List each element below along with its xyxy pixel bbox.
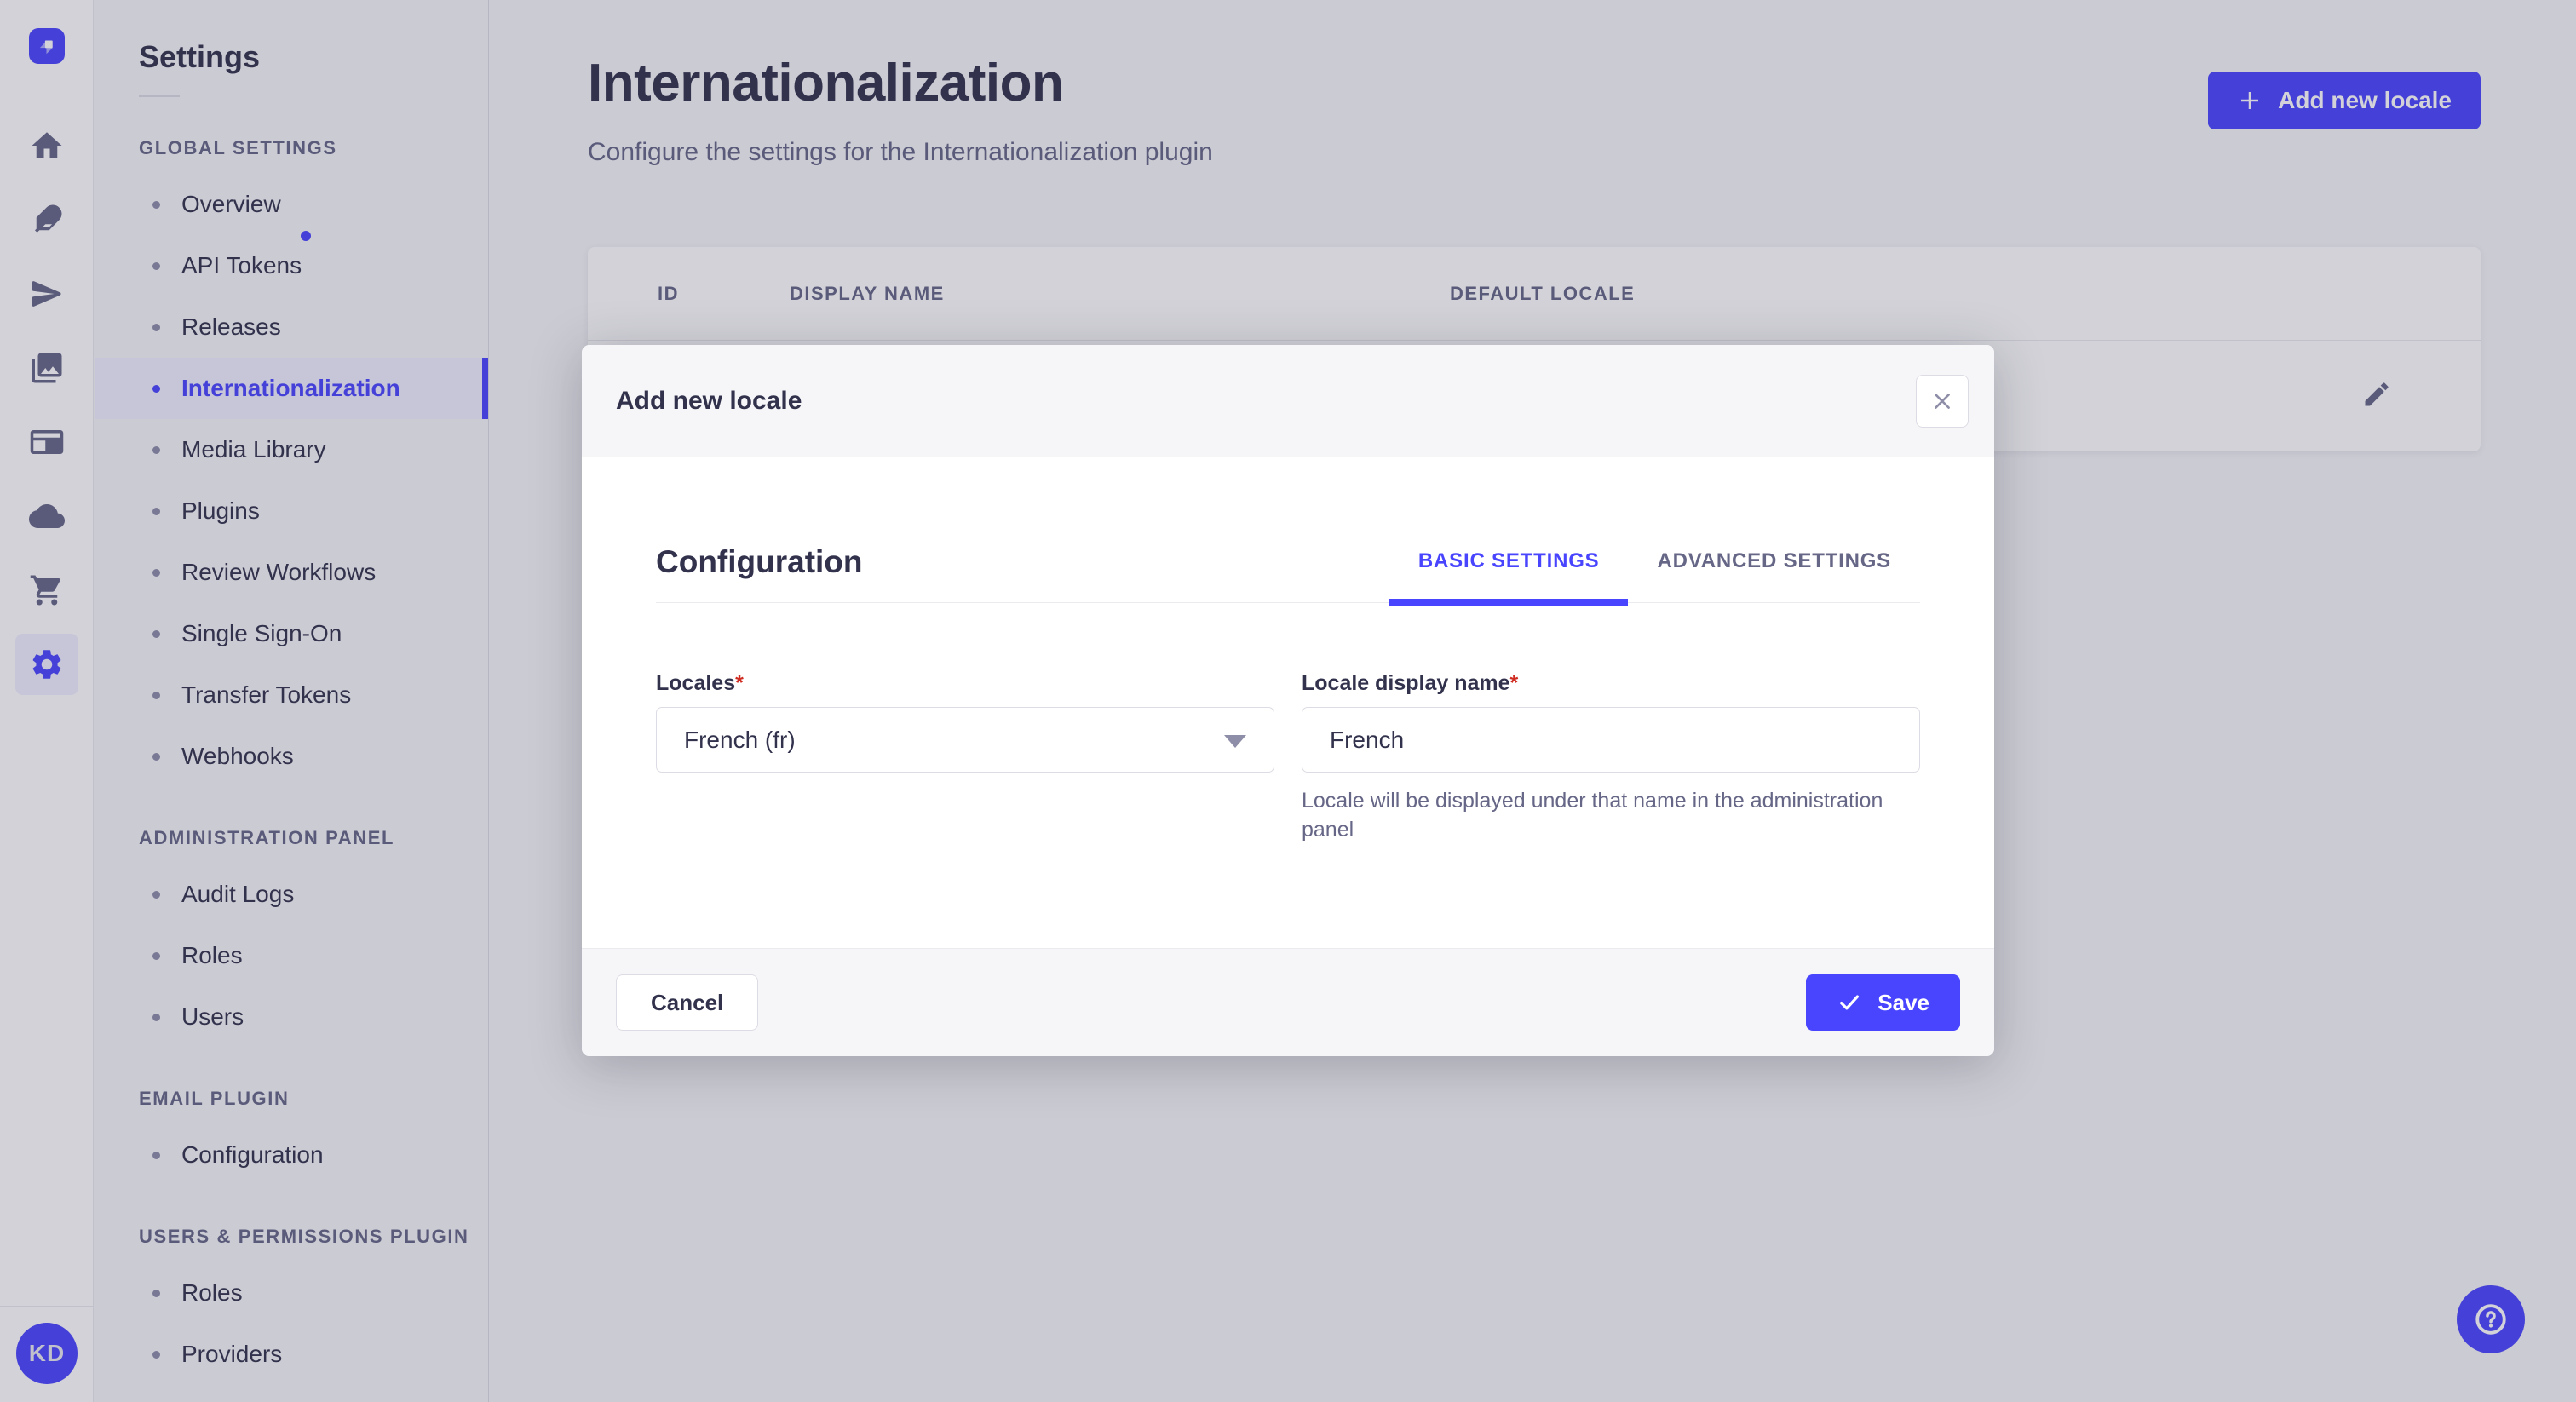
tab-basic-settings[interactable]: BASIC SETTINGS: [1389, 549, 1629, 606]
modal-body: Configuration BASIC SETTINGS ADVANCED SE…: [582, 457, 1994, 844]
configuration-heading: Configuration: [656, 544, 863, 579]
tab-advanced-settings[interactable]: ADVANCED SETTINGS: [1628, 549, 1920, 602]
locales-label-text: Locales: [656, 671, 736, 695]
cancel-button[interactable]: Cancel: [616, 974, 759, 1031]
display-name-field: Locale display name* Locale will be disp…: [1302, 671, 1920, 844]
app-root: KD Settings GLOBAL SETTINGS Overview API…: [0, 0, 2576, 1402]
required-asterisk: *: [1509, 671, 1519, 695]
add-locale-modal: Add new locale Configuration BASIC SETTI…: [582, 345, 1994, 1056]
form-fields-row: Locales* French (fr) Locale display name…: [656, 671, 1920, 844]
configuration-header-row: Configuration BASIC SETTINGS ADVANCED SE…: [656, 457, 1920, 606]
display-name-label: Locale display name*: [1302, 671, 1920, 696]
save-button[interactable]: Save: [1806, 974, 1960, 1031]
close-button[interactable]: [1916, 374, 1969, 428]
display-name-label-text: Locale display name: [1302, 671, 1510, 695]
locales-select-value: French (fr): [684, 726, 796, 753]
display-name-hint: Locale will be displayed under that name…: [1302, 789, 1883, 842]
locales-field: Locales* French (fr): [656, 671, 1274, 844]
save-button-label: Save: [1877, 989, 1929, 1015]
modal-footer: Cancel Save: [582, 948, 1994, 1056]
required-asterisk: *: [735, 671, 744, 695]
locales-label: Locales*: [656, 671, 1274, 696]
check-icon: [1840, 995, 1860, 1010]
close-icon: [1935, 393, 1950, 409]
modal-header: Add new locale: [582, 345, 1994, 457]
locales-select[interactable]: French (fr): [656, 707, 1274, 773]
chevron-down-icon: [1224, 735, 1246, 748]
modal-title: Add new locale: [616, 386, 802, 415]
display-name-input[interactable]: [1302, 707, 1920, 773]
settings-tabs: BASIC SETTINGS ADVANCED SETTINGS: [1389, 549, 1920, 606]
